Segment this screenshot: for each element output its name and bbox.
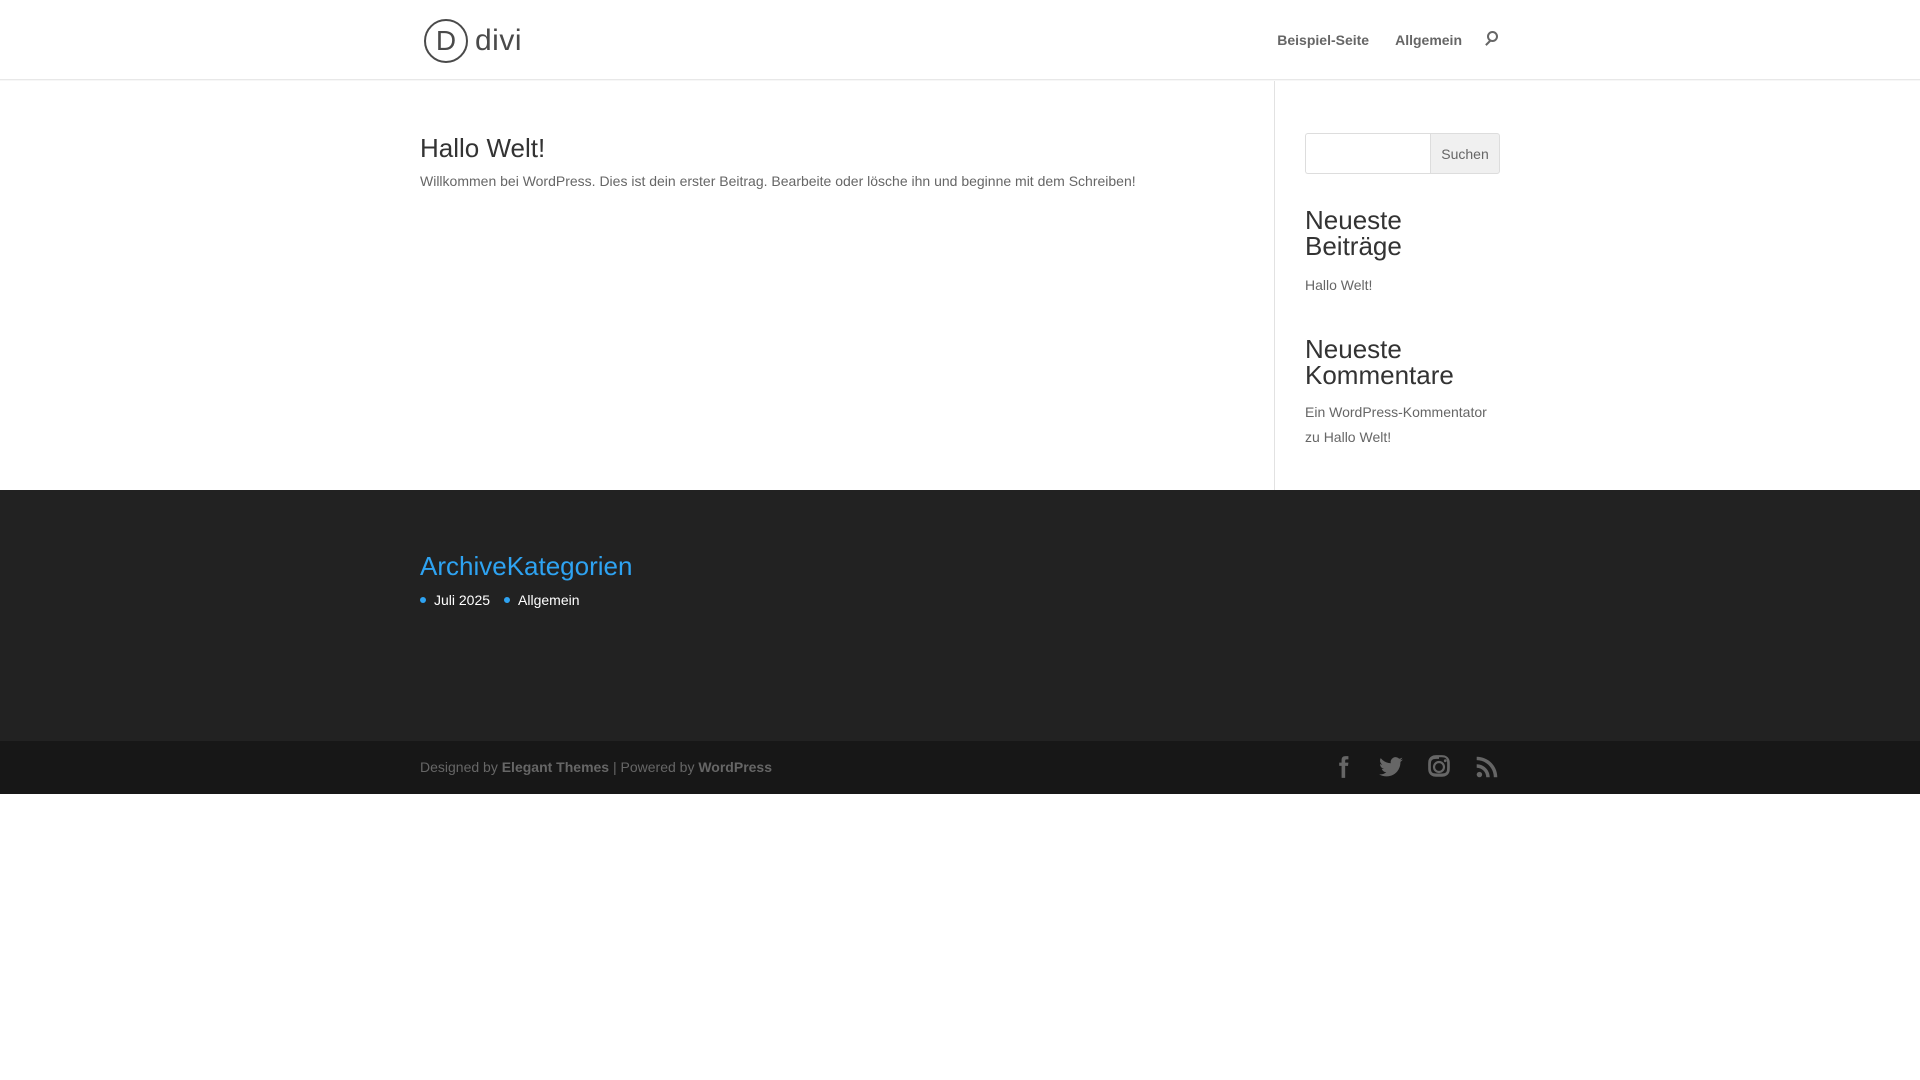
footer-heading: ArchiveKategorien [420,551,633,581]
search-form: Suchen [1305,133,1500,174]
sidebar: Suchen Neueste Beiträge Hallo Welt! Neue… [1305,133,1500,450]
bullet-icon [420,597,426,603]
credits-powered-by: | Powered by [612,759,695,775]
site-header: D divi Beispiel-Seite Allgemein [0,0,1920,80]
recent-posts-title-line2: Beiträge [1305,231,1402,261]
comment-post-link[interactable]: Hallo Welt! [1324,429,1391,445]
social-links [1308,754,1500,780]
footer-item-label: Allgemein [518,592,580,608]
facebook-icon[interactable] [1330,754,1356,780]
sidebar-divider [1274,81,1275,490]
recent-comments-title: Neueste Kommentare [1305,336,1500,388]
post-title[interactable]: Hallo Welt! [420,133,545,164]
footer-widgets: ArchiveKategorien Juli 2025 Allgemein [0,490,1920,741]
search-button[interactable]: Suchen [1430,133,1500,174]
main-content: Hallo Welt! Willkommen bei WordPress. Di… [0,81,1920,490]
elegant-themes-link[interactable]: Elegant Themes [502,759,609,775]
recent-comment: Ein WordPress-Kommentator zu Hallo Welt! [1305,400,1500,450]
logo-mark: D [424,19,468,63]
wordpress-link[interactable]: WordPress [698,759,772,775]
post-excerpt: Willkommen bei WordPress. Dies ist dein … [420,173,1136,189]
recent-posts-title: Neueste Beiträge [1305,207,1500,259]
rss-icon[interactable] [1474,754,1500,780]
instagram-icon[interactable] [1426,754,1452,780]
footer-item-category[interactable]: Allgemein [504,592,580,608]
recent-post-link[interactable]: Hallo Welt! [1305,273,1500,298]
footer-bottom: Designed by Elegant Themes | Powered by … [0,741,1920,794]
recent-comments-title-line2: Kommentare [1305,360,1454,390]
main-nav: Beispiel-Seite Allgemein [1251,31,1502,49]
nav-item-beispiel-seite[interactable]: Beispiel-Seite [1277,32,1369,48]
footer-credits: Designed by Elegant Themes | Powered by … [420,759,772,775]
site-logo[interactable]: D divi [424,19,522,63]
footer-list: Juli 2025 Allgemein [420,592,594,608]
twitter-icon[interactable] [1378,754,1404,780]
comment-author[interactable]: Ein WordPress-Kommentator [1305,404,1487,420]
footer-item-label: Juli 2025 [434,592,491,608]
search-input[interactable] [1305,133,1430,174]
logo-text: divi [475,24,523,57]
bullet-icon [504,597,511,603]
credits-designed-by: Designed by [420,759,498,775]
footer-item-archive[interactable]: Juli 2025 [420,592,490,608]
comment-on: zu [1305,429,1320,445]
nav-item-allgemein[interactable]: Allgemein [1395,32,1462,48]
search-icon[interactable] [1484,31,1502,49]
